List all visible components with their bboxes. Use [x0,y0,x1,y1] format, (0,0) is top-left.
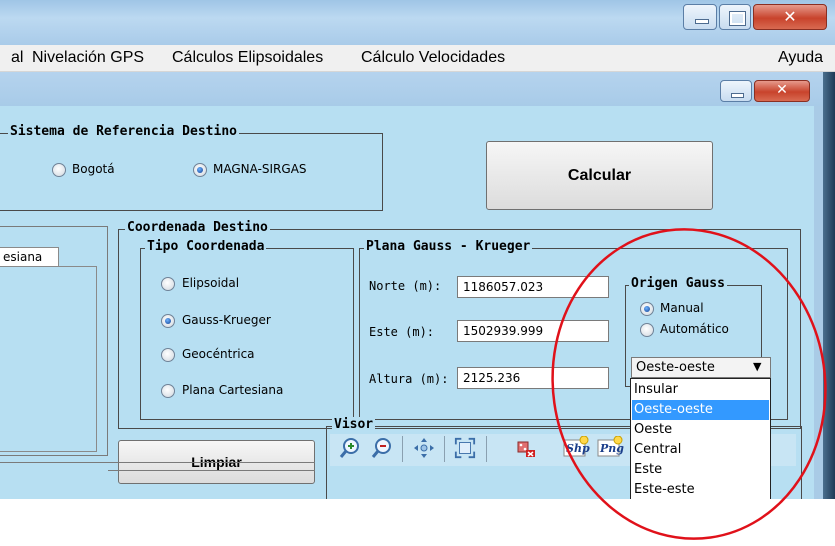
toolbar-separator [402,436,403,462]
outer-title-bar: ✕ [0,0,835,45]
menu-item-calculo-velocidades[interactable]: Cálculo Velocidades [361,49,505,67]
radio-magna-sirgas-label: MAGNA-SIRGAS [213,162,307,176]
pan-icon[interactable] [413,437,435,459]
annotation-ellipse [551,228,827,540]
radio-gauss-krueger[interactable] [161,314,175,328]
visor-title: Visor [332,417,376,432]
tipo-coordenada-title: Tipo Coordenada [145,239,267,254]
menu-item-ayuda[interactable]: Ayuda [778,49,823,67]
altura-label: Altura (m): [369,372,449,386]
child-minimize-button[interactable] [720,80,752,102]
coord-dest-title: Coordenada Destino [125,220,270,235]
delete-layer-icon[interactable] [515,437,537,459]
menu-item-nivelacion-gps[interactable]: Nivelación GPS [32,49,144,67]
radio-geocentrica-label: Geocéntrica [182,347,255,361]
plana-gauss-title: Plana Gauss - Krueger [364,239,533,254]
calcular-button[interactable]: Calcular [486,141,713,210]
zoom-extent-icon[interactable] [454,437,476,459]
menu-item-calculos-elipsoidales[interactable]: Cálculos Elipsoidales [172,49,323,67]
norte-label: Norte (m): [369,279,442,293]
radio-elipsoidal-label: Elipsoidal [182,276,240,290]
radio-geocentrica[interactable] [161,348,175,362]
radio-plana-cartesiana[interactable] [161,384,175,398]
tab-cartesiana-partial[interactable]: esiana [0,247,59,267]
divider [108,470,315,471]
child-title-bar: ✕ [0,72,823,106]
radio-plana-cartesiana-label: Plana Cartesiana [182,383,284,397]
menu-bar: al Nivelación GPS Cálculos Elipsoidales … [0,45,835,72]
outer-maximize-button[interactable] [719,4,751,30]
ref-system-title: Sistema de Referencia Destino [8,124,239,139]
radio-bogota[interactable] [52,163,66,177]
outer-close-button[interactable]: ✕ [753,4,827,30]
menu-item-partial[interactable]: al [11,49,23,67]
zoom-in-icon[interactable] [339,437,361,459]
radio-bogota-label: Bogotá [72,162,115,176]
toolbar-separator [486,436,487,462]
zoom-out-icon[interactable] [371,437,393,459]
divider [0,462,315,465]
child-close-button[interactable]: ✕ [754,80,810,102]
radio-magna-sirgas[interactable] [193,163,207,177]
toolbar-separator [444,436,445,462]
este-label: Este (m): [369,325,435,339]
close-icon: ✕ [776,82,788,98]
radio-gauss-krueger-label: Gauss-Krueger [182,313,271,327]
close-icon: ✕ [783,7,797,26]
radio-elipsoidal[interactable] [161,277,175,291]
tab-page [0,266,97,452]
outer-minimize-button[interactable] [683,4,717,30]
